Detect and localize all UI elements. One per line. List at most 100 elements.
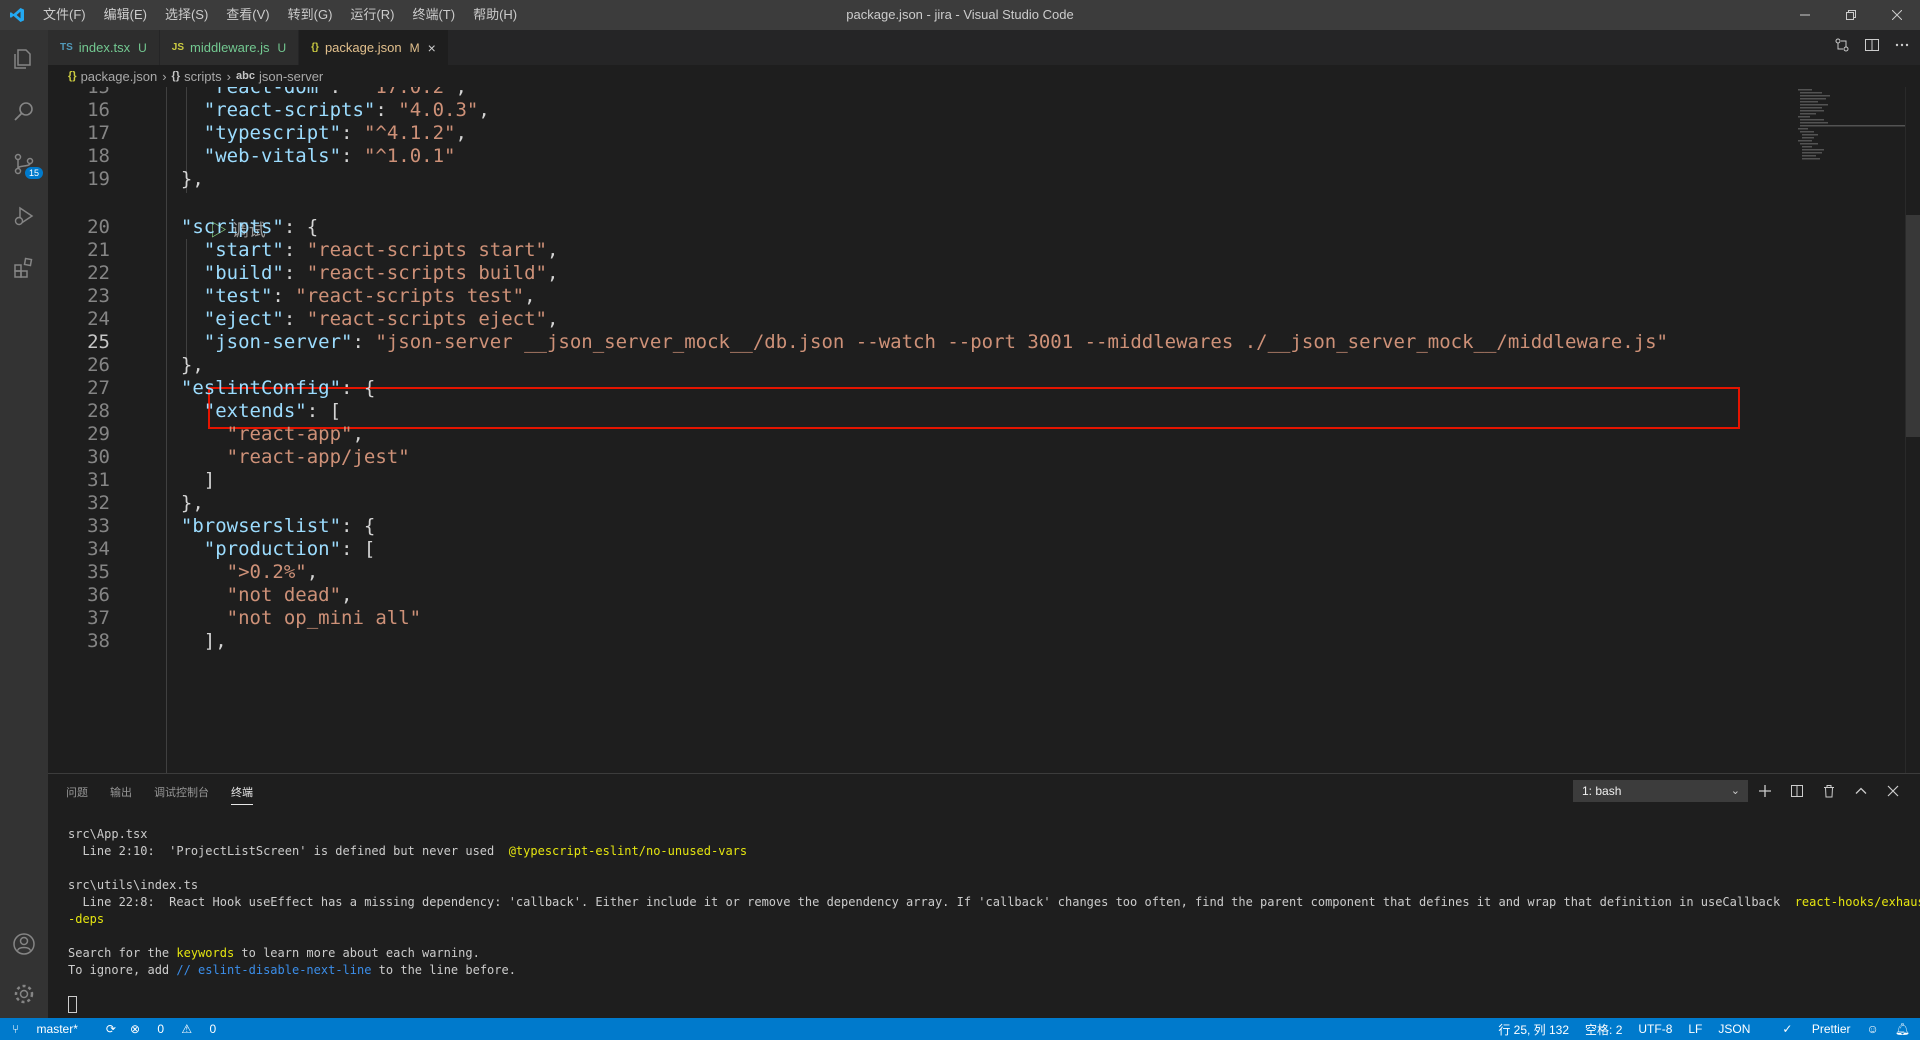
close-panel-button[interactable] [1884, 780, 1902, 802]
string-icon: abc [236, 70, 255, 82]
breadcrumb-item[interactable]: json-server [259, 69, 323, 84]
explorer-button[interactable] [0, 35, 48, 83]
split-terminal-button[interactable] [1788, 780, 1806, 802]
indentation[interactable]: 空格: 2 [1585, 1021, 1622, 1038]
menu-terminal[interactable]: 终端(T) [403, 0, 464, 30]
manage-button[interactable] [0, 970, 48, 1018]
chevron-right-icon: › [226, 68, 231, 84]
extensions-button[interactable] [0, 244, 48, 292]
source-control-button[interactable]: 15 [0, 140, 48, 188]
problems-status[interactable]: ⊗ 0 ⚠ 0 [130, 1022, 230, 1036]
breadcrumb-section[interactable]: scripts [184, 69, 222, 84]
terminal-line: Search for the keywords to learn more ab… [68, 946, 480, 960]
tab-label: index.tsx [78, 40, 131, 55]
split-editor-button[interactable] [1864, 37, 1880, 58]
tab-debug-console[interactable]: 调试控制台 [154, 784, 209, 805]
menu-bar: 文件(F) 编辑(E) 选择(S) 查看(V) 转到(G) 运行(R) 终端(T… [34, 0, 526, 30]
json-file-icon: {} [311, 42, 319, 53]
line-text: }, [158, 168, 204, 190]
tab-status: M [409, 40, 420, 55]
prettier-status[interactable]: ✓ Prettier [1766, 1022, 1850, 1036]
close-window-button[interactable] [1874, 0, 1920, 30]
editor-actions [1820, 30, 1910, 65]
panel-actions [1742, 780, 1902, 802]
menu-file[interactable]: 文件(F) [34, 0, 95, 30]
tab-label: package.json [324, 40, 402, 55]
new-terminal-button[interactable] [1756, 780, 1774, 802]
terminal-line: src\App.tsx [68, 827, 148, 841]
chevron-up-icon [1855, 787, 1867, 794]
tab-middleware-js[interactable]: JS middleware.js U [159, 30, 300, 65]
breadcrumb: {} package.json › {} scripts › abc json-… [48, 65, 1920, 87]
title-bar: 文件(F) 编辑(E) 选择(S) 查看(V) 转到(G) 运行(R) 终端(T… [0, 0, 1920, 30]
tab-output[interactable]: 输出 [110, 784, 132, 805]
ellipsis-icon [1895, 43, 1909, 47]
window-controls [1782, 0, 1920, 30]
bell-icon[interactable]: 🔔︎ [1895, 1022, 1910, 1036]
activity-bar: 15 [0, 30, 48, 1018]
tab-terminal[interactable]: 终端 [231, 784, 253, 805]
more-actions-button[interactable] [1894, 37, 1910, 58]
line-text: ], [158, 630, 227, 652]
menu-go[interactable]: 转到(G) [279, 0, 342, 30]
tab-index-tsx[interactable]: TS index.tsx U [48, 30, 160, 65]
tab-status: U [277, 40, 287, 55]
code-editor[interactable]: ▷ 调试 15 "react-dom": "^17.0.2", 16 "reac… [48, 87, 1920, 773]
accounts-button[interactable] [0, 920, 48, 968]
feedback-icon[interactable]: ☺ [1867, 1022, 1879, 1036]
minimize-button[interactable] [1782, 0, 1828, 30]
error-icon: ⊗ [129, 1022, 141, 1036]
encoding[interactable]: UTF-8 [1638, 1022, 1672, 1036]
terminal-cursor [68, 996, 1920, 1013]
terminal-select[interactable]: 1: bash ⌄ [1573, 780, 1748, 802]
close-icon [1887, 785, 1899, 797]
language-mode[interactable]: JSON [1718, 1022, 1750, 1036]
menu-selection[interactable]: 选择(S) [156, 0, 217, 30]
sync-icon[interactable]: ⟳ [106, 1022, 116, 1036]
line-number: 38 [87, 630, 110, 652]
menu-run[interactable]: 运行(R) [341, 0, 403, 30]
search-icon [14, 102, 33, 121]
tab-close-icon[interactable]: × [428, 40, 436, 56]
editor-tabs: TS index.tsx U JS middleware.js U {} pac… [48, 30, 1920, 65]
warning-icon: ⚠ [181, 1022, 193, 1036]
tab-status: U [138, 40, 147, 55]
tab-label: middleware.js [190, 40, 270, 55]
breadcrumb-file[interactable]: package.json [81, 69, 158, 84]
git-branch-icon: ⑂ [12, 1022, 20, 1036]
menu-help[interactable]: 帮助(H) [464, 0, 526, 30]
extensions-icon [14, 257, 33, 278]
tab-package-json[interactable]: {} package.json M × [299, 30, 449, 65]
files-icon [14, 49, 31, 69]
scrollbar-thumb[interactable] [1906, 215, 1920, 437]
terminal-line: To ignore, add // eslint-disable-next-li… [68, 963, 516, 977]
split-editor-icon [1865, 39, 1879, 51]
search-button[interactable] [0, 88, 48, 136]
maximize-panel-button[interactable] [1852, 780, 1870, 802]
cursor-position[interactable]: 行 25, 列 132 [1498, 1021, 1569, 1038]
branch-status[interactable]: ⑂ master* [12, 1022, 92, 1036]
menu-edit[interactable]: 编辑(E) [95, 0, 156, 30]
split-icon [1791, 785, 1803, 797]
chevron-down-icon: ⌄ [1730, 785, 1740, 797]
close-icon [1892, 10, 1902, 20]
terminal-output[interactable]: src\App.tsx Line 2:10: 'ProjectListScree… [68, 826, 1920, 1013]
scm-badge: 15 [25, 167, 44, 179]
bottom-panel: 问题 输出 调试控制台 终端 1: bash ⌄ src\App.tsx Lin… [48, 773, 1920, 1019]
end-of-line[interactable]: LF [1688, 1022, 1702, 1036]
kill-terminal-button[interactable] [1820, 780, 1838, 802]
terminal-line: src\utils\index.ts [68, 878, 199, 892]
restore-button[interactable] [1828, 0, 1874, 30]
object-icon: {} [171, 70, 181, 82]
run-debug-button[interactable] [0, 192, 48, 240]
javascript-file-icon: JS [171, 42, 184, 53]
open-changes-button[interactable] [1834, 37, 1850, 58]
code-line: 38 ], [48, 627, 1908, 655]
plus-icon [1759, 785, 1771, 797]
tab-problems[interactable]: 问题 [66, 784, 88, 805]
menu-view[interactable]: 查看(V) [217, 0, 278, 30]
typescript-file-icon: TS [60, 42, 73, 53]
chevron-right-icon: › [162, 68, 167, 84]
code-line: 19 }, [48, 165, 1908, 193]
panel-tabs: 问题 输出 调试控制台 终端 [66, 784, 275, 805]
